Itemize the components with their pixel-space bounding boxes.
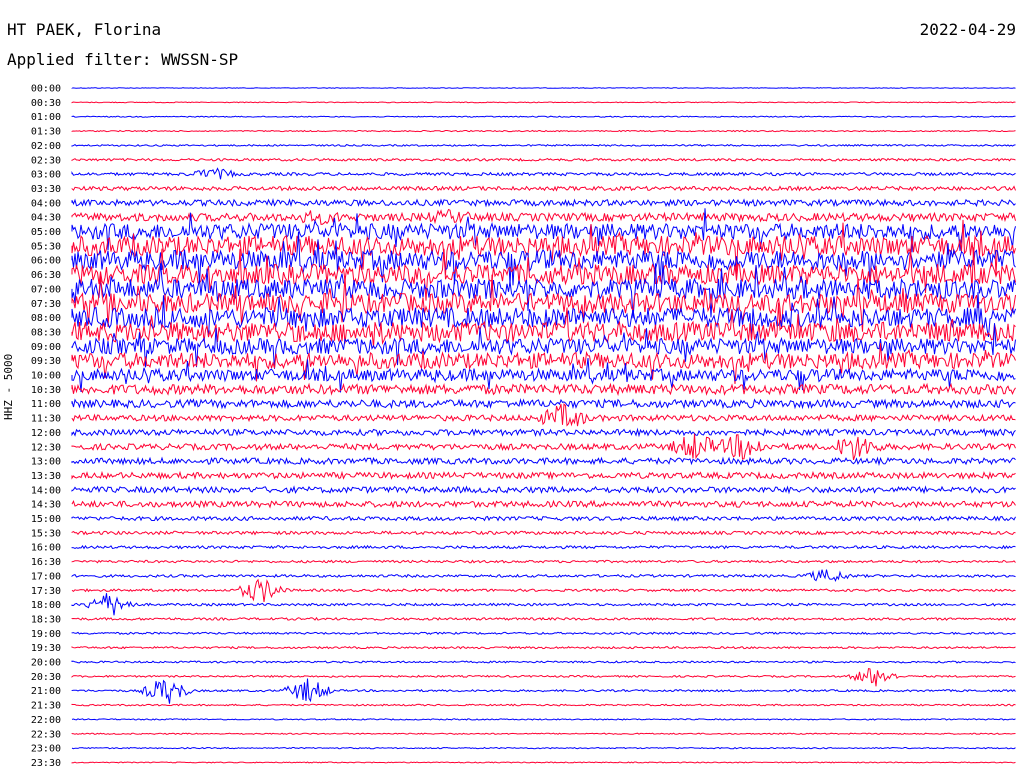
time-tick-label: 02:00 [31, 141, 61, 152]
time-tick-label: 21:30 [31, 701, 61, 712]
trace-lines [71, 87, 1016, 764]
time-tick-label: 09:00 [31, 342, 61, 353]
time-tick-label: 21:00 [31, 686, 61, 697]
time-tick-label: 03:00 [31, 170, 61, 181]
time-tick-label: 09:30 [31, 356, 61, 367]
trace-row [71, 499, 1016, 509]
trace-row [71, 569, 1016, 582]
trace-row [71, 660, 1016, 664]
time-tick-label: 10:30 [31, 385, 61, 396]
trace-row [71, 403, 1016, 427]
time-tick-label: 19:30 [31, 643, 61, 654]
time-tick-label: 04:00 [31, 198, 61, 209]
time-tick-label: 16:30 [31, 557, 61, 568]
time-tick-label: 19:00 [31, 629, 61, 640]
time-tick-label: 14:00 [31, 485, 61, 496]
time-tick-label: 00:30 [31, 98, 61, 109]
trace-row [71, 578, 1016, 602]
time-tick-label: 17:00 [31, 571, 61, 582]
time-tick-label: 03:30 [31, 184, 61, 195]
time-tick-label: 16:00 [31, 543, 61, 554]
trace-row [71, 530, 1016, 536]
trace-row [71, 631, 1016, 636]
trace-row [71, 261, 1016, 319]
trace-row [71, 397, 1016, 410]
time-tick-label: 15:00 [31, 514, 61, 525]
trace-row [71, 559, 1016, 564]
trace-row [71, 645, 1016, 650]
trace-row [71, 470, 1016, 481]
time-tick-label: 08:00 [31, 313, 61, 324]
time-tick-label: 01:00 [31, 112, 61, 123]
trace-row [71, 746, 1016, 750]
trace-row [71, 208, 1016, 225]
time-tick-label: 07:30 [31, 299, 61, 310]
time-tick-label: 12:30 [31, 442, 61, 453]
time-tick-label: 02:30 [31, 155, 61, 166]
time-tick-label: 18:30 [31, 614, 61, 625]
trace-row [71, 703, 1016, 707]
time-tick-label: 23:30 [31, 758, 61, 769]
trace-row [71, 382, 1016, 397]
trace-row [71, 456, 1016, 467]
trace-row [71, 485, 1016, 495]
trace-row [71, 323, 1016, 369]
trace-row [71, 143, 1016, 147]
trace-row [71, 87, 1016, 89]
time-tick-label: 23:00 [31, 744, 61, 755]
time-tick-label: 08:30 [31, 327, 61, 338]
time-tick-label: 14:30 [31, 500, 61, 511]
time-tick-label: 12:00 [31, 428, 61, 439]
time-tick-label: 13:00 [31, 457, 61, 468]
trace-row [71, 515, 1016, 522]
trace-row [71, 732, 1016, 735]
time-tick-label: 22:00 [31, 715, 61, 726]
time-tick-label: 10:00 [31, 371, 61, 382]
trace-row [71, 115, 1016, 118]
time-tick-label: 07:00 [31, 284, 61, 295]
trace-row [71, 544, 1016, 550]
trace-row [71, 593, 1016, 616]
time-tick-label: 06:00 [31, 256, 61, 267]
trace-row [71, 101, 1016, 104]
trace-row [71, 157, 1016, 162]
time-tick-label: 22:30 [31, 729, 61, 740]
trace-row [71, 185, 1016, 192]
time-tick-label: 15:30 [31, 528, 61, 539]
time-tick-label: 17:30 [31, 586, 61, 597]
time-tick-labels: 00:00 00:30 01:00 01:30 02:00 02:30 03:00 03:30… [31, 84, 61, 769]
time-tick-label: 11:00 [31, 399, 61, 410]
trace-row [71, 761, 1016, 764]
trace-row [71, 678, 1016, 704]
trace-row [71, 198, 1016, 208]
time-tick-label: 05:00 [31, 227, 61, 238]
time-tick-label: 00:00 [31, 84, 61, 95]
time-tick-label: 13:30 [31, 471, 61, 482]
time-tick-label: 20:30 [31, 672, 61, 683]
time-tick-label: 05:30 [31, 241, 61, 252]
trace-row [71, 427, 1016, 438]
trace-row [71, 129, 1016, 133]
seismogram-plot: 00:00 00:30 01:00 01:30 02:00 02:30 03:00 03:30… [31, 84, 1016, 769]
time-tick-label: 06:30 [31, 270, 61, 281]
time-tick-label: 04:30 [31, 213, 61, 224]
trace-row [71, 433, 1016, 461]
trace-row [71, 668, 1016, 687]
trace-row [71, 167, 1016, 180]
time-tick-label: 18:00 [31, 600, 61, 611]
trace-row [71, 616, 1016, 621]
time-tick-label: 11:30 [31, 414, 61, 425]
time-tick-label: 01:30 [31, 127, 61, 138]
trace-row [71, 718, 1016, 721]
time-tick-label: 20:00 [31, 658, 61, 669]
